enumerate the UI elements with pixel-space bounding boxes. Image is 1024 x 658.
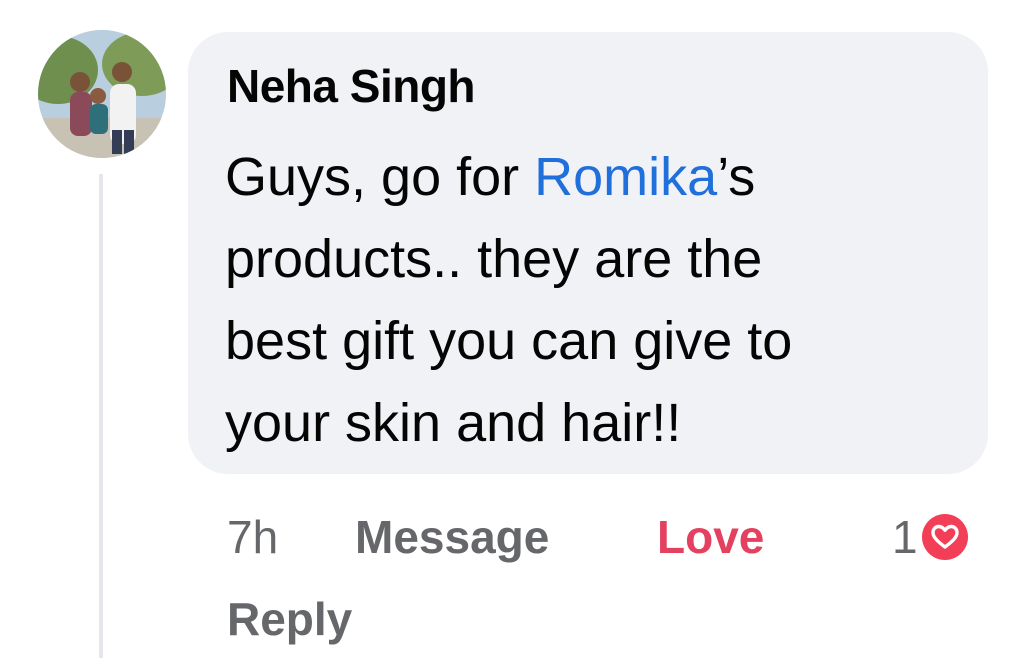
comment-text-segment: Guys, go for	[225, 147, 535, 207]
thread-connector-line	[99, 174, 103, 658]
avatar[interactable]	[38, 30, 166, 158]
comment-line: products.. they are the	[225, 229, 763, 289]
reply-button[interactable]: Reply	[227, 584, 352, 654]
comment-line: Guys, go for Romika’s	[225, 136, 965, 218]
mention-link[interactable]: Romika	[534, 147, 717, 207]
comment-text: Guys, go for Romika’s products.. they ar…	[225, 136, 965, 464]
reaction-summary[interactable]: 1	[892, 507, 968, 567]
comment-page: Neha Singh Guys, go for Romika’s product…	[0, 0, 1024, 658]
comment-line: your skin and hair!!	[225, 393, 682, 453]
reaction-count: 1	[892, 511, 918, 563]
love-button[interactable]: Love	[657, 502, 764, 572]
author-name[interactable]: Neha Singh	[227, 56, 476, 116]
timestamp[interactable]: 7h	[227, 502, 278, 572]
heart-icon	[921, 514, 968, 560]
message-button[interactable]: Message	[355, 502, 549, 572]
comment-text-segment: ’s	[717, 147, 756, 207]
avatar-photo	[38, 30, 166, 158]
comment-line: best gift you can give to	[225, 311, 793, 371]
